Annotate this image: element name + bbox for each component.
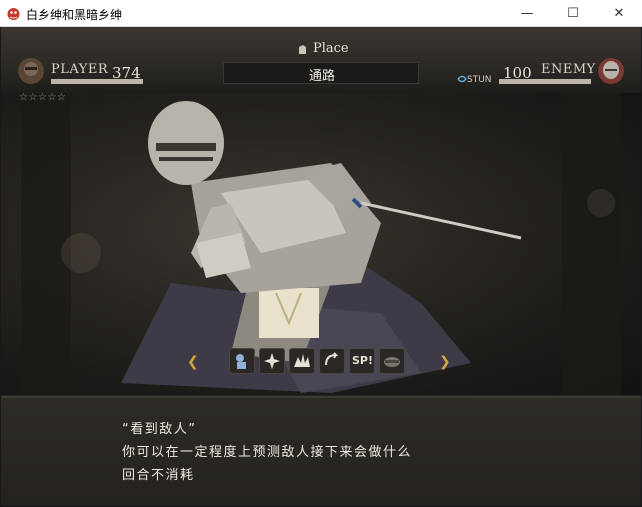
place-label: Place bbox=[313, 41, 349, 56]
maximize-button[interactable]: ☐ bbox=[550, 0, 596, 27]
skill-guard-icon[interactable] bbox=[379, 348, 405, 374]
skill-grab-icon[interactable] bbox=[229, 348, 255, 374]
dialog-line-2: 你可以在一定程度上预测敌人接下来会做什么 bbox=[122, 445, 413, 460]
player-avatar bbox=[18, 58, 44, 84]
game-viewport: ❮ SP! ❯ Place 通路 PLAYER 374 ☆☆☆☆☆ STUN 1… bbox=[1, 27, 641, 506]
enemy-status-stun: STUN bbox=[467, 75, 492, 85]
player-hp-bar bbox=[51, 79, 143, 84]
stun-icon bbox=[457, 75, 467, 83]
place-name-box: 通路 bbox=[223, 62, 419, 84]
enemy-hp-bar bbox=[499, 79, 591, 84]
skill-sp-icon[interactable]: SP! bbox=[349, 348, 375, 374]
player-hp-bar-fill bbox=[51, 79, 143, 84]
minimize-button[interactable]: — bbox=[504, 0, 550, 27]
skill-prev-arrow-icon[interactable]: ❮ bbox=[187, 354, 199, 370]
window-title: 白乡绅和黑暗乡绅 bbox=[26, 8, 123, 22]
skill-next-arrow-icon[interactable]: ❯ bbox=[439, 354, 451, 370]
skill-sp-label: SP! bbox=[352, 354, 374, 367]
skill-burst-icon[interactable] bbox=[259, 348, 285, 374]
close-button[interactable]: ✕ bbox=[596, 0, 642, 27]
skill-spin-icon[interactable] bbox=[319, 348, 345, 374]
skill-bar: ❮ SP! ❯ bbox=[187, 347, 457, 379]
dialog-box[interactable]: “看到敌人” 你可以在一定程度上预测敌人接下来会做什么 回合不消耗 bbox=[1, 396, 641, 506]
skill-explosion-icon[interactable] bbox=[289, 348, 315, 374]
dialog-line-3: 回合不消耗 bbox=[122, 468, 195, 483]
enemy-avatar bbox=[598, 58, 624, 84]
app-icon bbox=[7, 8, 20, 20]
place-icon bbox=[299, 45, 306, 54]
player-label: PLAYER bbox=[51, 62, 109, 77]
dialog-line-1: “看到敌人” bbox=[122, 422, 197, 437]
player-stars: ☆☆☆☆☆ bbox=[19, 92, 67, 103]
window-titlebar: 白乡绅和黑暗乡绅 — ☐ ✕ bbox=[0, 0, 642, 27]
place-name: 通路 bbox=[308, 69, 335, 84]
enemy-label: ENEMY bbox=[541, 62, 596, 77]
battle-scene: ❮ SP! ❯ bbox=[1, 93, 641, 395]
enemy-hp-bar-fill bbox=[499, 79, 591, 84]
